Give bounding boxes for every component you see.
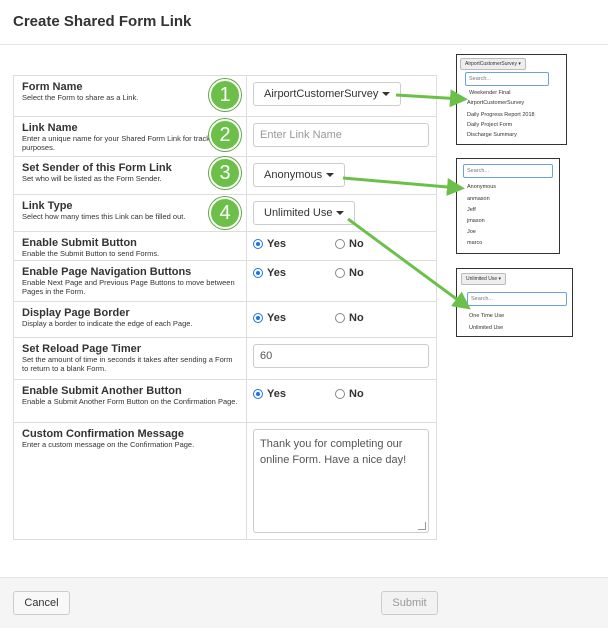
link-type-label: Link Type	[22, 200, 73, 212]
row-submit-another: Enable Submit Another Button Enable a Su…	[13, 379, 437, 423]
resize-grip-icon[interactable]	[418, 522, 426, 530]
reload-timer-description: Set the amount of time in seconds it tak…	[22, 355, 233, 373]
row-submit-button: Enable Submit Button Enable the Submit B…	[13, 231, 437, 261]
confirmation-message-textarea[interactable]: Thank you for completing our online Form…	[253, 429, 429, 533]
caret-down-icon	[382, 92, 391, 97]
row-confirmation-message: Custom Confirmation Message Enter a cust…	[13, 422, 437, 540]
page-border-options: Yes No	[253, 312, 430, 324]
form-name-preview-button[interactable]: AirportCustomerSurvey ▾	[460, 58, 526, 70]
sender-dropdown[interactable]: Anonymous	[253, 163, 346, 187]
sender-option[interactable]: Joe	[467, 229, 476, 236]
form-search-input[interactable]: Search...	[465, 72, 549, 86]
reload-timer-input[interactable]: 60	[253, 344, 429, 368]
sender-description: Set who will be listed as the Form Sende…	[22, 174, 162, 183]
dialog-footer: Cancel Submit	[0, 577, 608, 628]
row-reload-timer: Set Reload Page Timer Set the amount of …	[13, 337, 437, 380]
form-option[interactable]: Daily Progress Report 2018	[467, 112, 535, 119]
sender-option[interactable]: anmason	[467, 196, 490, 203]
sender-option[interactable]: marco	[467, 240, 482, 247]
submit-button-description: Enable the Submit Button to send Forms.	[22, 249, 160, 258]
sender-dropdown-preview: Search... Anonymous anmason Jeff jmason …	[456, 158, 560, 254]
row-page-border: Display Page Border Display a border to …	[13, 301, 437, 338]
submit-button-yes-radio[interactable]	[253, 239, 263, 249]
link-type-description: Select how many times this Link can be f…	[22, 212, 186, 221]
page-border-label: Display Page Border	[22, 307, 130, 319]
form-name-dropdown-preview: AirportCustomerSurvey ▾ Search... Weeken…	[456, 54, 567, 145]
caret-down-icon	[336, 211, 345, 216]
link-type-dropdown[interactable]: Unlimited Use	[253, 201, 356, 225]
submit-another-label: Enable Submit Another Button	[22, 385, 182, 397]
step-badge-2: 2	[209, 119, 241, 151]
link-name-label: Link Name	[22, 122, 78, 134]
dialog-header: Create Shared Form Link	[0, 0, 608, 45]
submit-button-options: Yes No	[253, 238, 430, 250]
submit-another-no-radio[interactable]	[335, 389, 345, 399]
page-border-description: Display a border to indicate the edge of…	[22, 319, 193, 328]
link-name-description: Enter a unique name for your Shared Form…	[22, 134, 221, 152]
page-navigation-options: Yes No	[253, 267, 430, 279]
link-type-option[interactable]: One Time Use	[469, 313, 504, 320]
page-navigation-label: Enable Page Navigation Buttons	[22, 266, 192, 278]
step-badge-4: 4	[209, 197, 241, 229]
reload-timer-label: Set Reload Page Timer	[22, 343, 142, 355]
cancel-button[interactable]: Cancel	[13, 591, 70, 615]
submit-button-no-radio[interactable]	[335, 239, 345, 249]
sender-search-input[interactable]: Search...	[463, 164, 553, 178]
form-name-label: Form Name	[22, 81, 83, 93]
step-badge-1: 1	[209, 79, 241, 111]
form-option[interactable]: Daily Project Form	[467, 122, 512, 129]
sender-option[interactable]: Jeff	[467, 207, 476, 214]
submit-another-yes-radio[interactable]	[253, 389, 263, 399]
page-navigation-description: Enable Next Page and Previous Page Butto…	[22, 278, 235, 296]
link-type-preview-button[interactable]: Unlimited Use ▾	[461, 273, 507, 285]
link-type-search-input[interactable]: Search...	[467, 292, 567, 306]
confirmation-label: Custom Confirmation Message	[22, 428, 184, 440]
form-option[interactable]: AirportCustomerSurvey	[467, 100, 524, 107]
submit-button[interactable]: Submit	[381, 591, 438, 615]
sender-option[interactable]: Anonymous	[467, 184, 496, 191]
row-page-navigation: Enable Page Navigation Buttons Enable Ne…	[13, 260, 437, 302]
form-option[interactable]: Discharge Summary	[467, 132, 517, 139]
dialog-title: Create Shared Form Link	[13, 13, 192, 30]
form-option[interactable]: Weekender Final	[469, 90, 510, 97]
caret-down-icon	[326, 173, 335, 178]
form-name-dropdown[interactable]: AirportCustomerSurvey	[253, 82, 402, 106]
page-border-yes-radio[interactable]	[253, 313, 263, 323]
sender-label: Set Sender of this Form Link	[22, 162, 172, 174]
link-name-input[interactable]: Enter Link Name	[253, 123, 429, 147]
submit-another-options: Yes No	[253, 388, 430, 400]
submit-button-label: Enable Submit Button	[22, 237, 137, 249]
sender-option[interactable]: jmason	[467, 218, 485, 225]
link-type-option[interactable]: Unlimited Use	[469, 325, 503, 332]
confirmation-description: Enter a custom message on the Confirmati…	[22, 440, 195, 449]
page-navigation-yes-radio[interactable]	[253, 268, 263, 278]
submit-another-description: Enable a Submit Another Form Button on t…	[22, 397, 238, 406]
page-border-no-radio[interactable]	[335, 313, 345, 323]
form-name-description: Select the Form to share as a Link.	[22, 93, 139, 102]
page-navigation-no-radio[interactable]	[335, 268, 345, 278]
step-badge-3: 3	[209, 157, 241, 189]
link-type-dropdown-preview: Unlimited Use ▾ Search... One Time Use U…	[456, 268, 573, 337]
